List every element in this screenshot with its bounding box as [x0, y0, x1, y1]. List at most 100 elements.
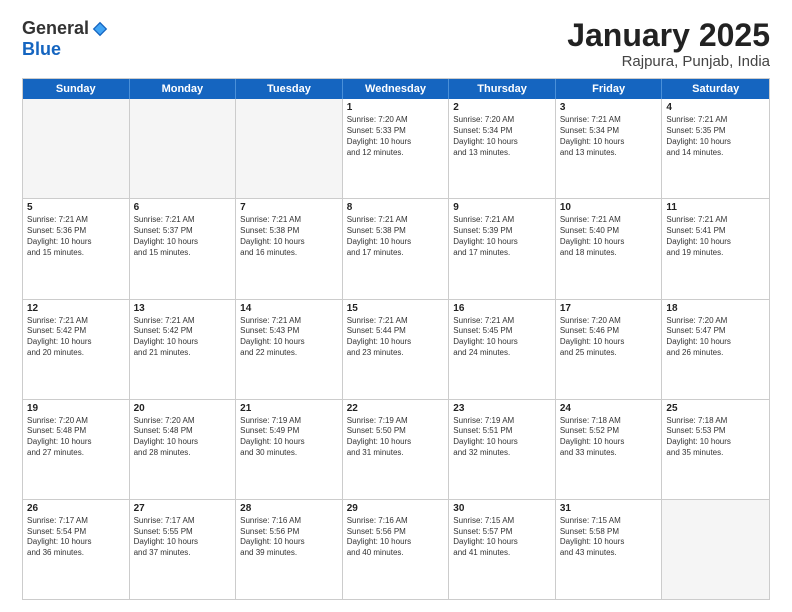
day-number: 9: [453, 202, 551, 213]
cell-info-line: Sunset: 5:46 PM: [560, 326, 658, 337]
cell-info-line: and 26 minutes.: [666, 348, 765, 359]
cell-info-line: and 39 minutes.: [240, 548, 338, 559]
calendar-cell: 24 Sunrise: 7:18 AMSunset: 5:52 PMDayligh…: [556, 400, 663, 499]
cell-info-line: Sunrise: 7:21 AM: [240, 316, 338, 327]
calendar-body: 1Sunrise: 7:20 AMSunset: 5:33 PMDaylight…: [23, 99, 769, 599]
calendar-cell: [662, 500, 769, 599]
day-number: 13: [134, 303, 232, 314]
calendar-cell: 27Sunrise: 7:17 AMSunset: 5:55 PMDayligh…: [130, 500, 237, 599]
cell-info-line: Sunrise: 7:21 AM: [666, 115, 765, 126]
cell-info-line: Sunset: 5:53 PM: [666, 426, 765, 437]
cell-info-line: Sunset: 5:51 PM: [453, 426, 551, 437]
calendar-header: SundayMondayTuesdayWednesdayThursdayFrid…: [23, 79, 769, 99]
cell-info-line: Sunset: 5:52 PM: [560, 426, 658, 437]
cell-info-line: Sunrise: 7:21 AM: [347, 316, 445, 327]
day-number: 18: [666, 303, 765, 314]
day-number: 7: [240, 202, 338, 213]
cell-info-line: Sunset: 5:50 PM: [347, 426, 445, 437]
cell-info-line: Sunrise: 7:21 AM: [560, 115, 658, 126]
calendar-cell: 7Sunrise: 7:21 AMSunset: 5:38 PMDaylight…: [236, 199, 343, 298]
weekday-header-tuesday: Tuesday: [236, 79, 343, 99]
calendar-cell: 3Sunrise: 7:21 AMSunset: 5:34 PMDaylight…: [556, 99, 663, 198]
cell-info-line: Sunset: 5:41 PM: [666, 226, 765, 237]
day-number: 20: [134, 403, 232, 414]
cell-info-line: Sunrise: 7:21 AM: [240, 215, 338, 226]
logo: General Blue: [22, 18, 109, 60]
cell-info-line: Sunset: 5:45 PM: [453, 326, 551, 337]
cell-info-line: Sunset: 5:34 PM: [560, 126, 658, 137]
day-number: 2: [453, 102, 551, 113]
day-number: 30: [453, 503, 551, 514]
calendar-row-4: 19Sunrise: 7:20 AMSunset: 5:48 PMDayligh…: [23, 399, 769, 499]
cell-info-line: Daylight: 10 hours: [560, 137, 658, 148]
cell-info-line: Sunset: 5:48 PM: [134, 426, 232, 437]
calendar-location: Rajpura, Punjab, India: [567, 53, 770, 70]
logo-general-text: General: [22, 18, 89, 39]
cell-info-line: Daylight: 10 hours: [134, 337, 232, 348]
calendar-title: January 2025: [567, 18, 770, 53]
cell-info-line: Daylight: 10 hours: [666, 137, 765, 148]
cell-info-line: Daylight: 10 hours: [347, 237, 445, 248]
cell-info-line: Sunset: 5:35 PM: [666, 126, 765, 137]
day-number: 12: [27, 303, 125, 314]
cell-info-line: Sunrise: 7:21 AM: [560, 215, 658, 226]
cell-info-line: and 22 minutes.: [240, 348, 338, 359]
calendar-cell: 12Sunrise: 7:21 AMSunset: 5:42 PMDayligh…: [23, 300, 130, 399]
cell-info-line: and 12 minutes.: [347, 148, 445, 159]
weekday-header-sunday: Sunday: [23, 79, 130, 99]
day-number: 28: [240, 503, 338, 514]
calendar-row-2: 5Sunrise: 7:21 AMSunset: 5:36 PMDaylight…: [23, 198, 769, 298]
title-block: January 2025 Rajpura, Punjab, India: [567, 18, 770, 70]
cell-info-line: Sunset: 5:36 PM: [27, 226, 125, 237]
cell-info-line: Sunrise: 7:21 AM: [27, 316, 125, 327]
cell-info-line: Daylight: 10 hours: [453, 237, 551, 248]
cell-info-line: and 16 minutes.: [240, 248, 338, 259]
cell-info-line: Daylight: 10 hours: [560, 337, 658, 348]
cell-info-line: Sunset: 5:40 PM: [560, 226, 658, 237]
calendar-cell: 9Sunrise: 7:21 AMSunset: 5:39 PMDaylight…: [449, 199, 556, 298]
cell-info-line: Daylight: 10 hours: [240, 437, 338, 448]
cell-info-line: Daylight: 10 hours: [134, 237, 232, 248]
cell-info-line: and 23 minutes.: [347, 348, 445, 359]
cell-info-line: and 43 minutes.: [560, 548, 658, 559]
calendar-cell: 5Sunrise: 7:21 AMSunset: 5:36 PMDaylight…: [23, 199, 130, 298]
weekday-header-wednesday: Wednesday: [343, 79, 450, 99]
cell-info-line: and 24 minutes.: [453, 348, 551, 359]
calendar-row-1: 1Sunrise: 7:20 AMSunset: 5:33 PMDaylight…: [23, 99, 769, 198]
calendar-cell: 14Sunrise: 7:21 AMSunset: 5:43 PMDayligh…: [236, 300, 343, 399]
calendar-cell: 23Sunrise: 7:19 AMSunset: 5:51 PMDayligh…: [449, 400, 556, 499]
cell-info-line: and 27 minutes.: [27, 448, 125, 459]
calendar: SundayMondayTuesdayWednesdayThursdayFrid…: [22, 78, 770, 600]
cell-info-line: and 13 minutes.: [560, 148, 658, 159]
cell-info-line: and 13 minutes.: [453, 148, 551, 159]
page: General Blue January 2025 Rajpura, Punja…: [0, 0, 792, 612]
cell-info-line: Sunset: 5:58 PM: [560, 527, 658, 538]
cell-info-line: Sunrise: 7:18 AM: [560, 416, 658, 427]
cell-info-line: and 14 minutes.: [666, 148, 765, 159]
cell-info-line: Sunrise: 7:16 AM: [240, 516, 338, 527]
cell-info-line: Sunset: 5:57 PM: [453, 527, 551, 538]
calendar-cell: 2Sunrise: 7:20 AMSunset: 5:34 PMDaylight…: [449, 99, 556, 198]
cell-info-line: Sunset: 5:42 PM: [27, 326, 125, 337]
day-number: 15: [347, 303, 445, 314]
cell-info-line: Sunrise: 7:20 AM: [560, 316, 658, 327]
cell-info-line: Sunrise: 7:16 AM: [347, 516, 445, 527]
cell-info-line: Sunset: 5:54 PM: [27, 527, 125, 538]
calendar-cell: 6Sunrise: 7:21 AMSunset: 5:37 PMDaylight…: [130, 199, 237, 298]
calendar-cell: [236, 99, 343, 198]
day-number: 24: [560, 403, 658, 414]
cell-info-line: Sunrise: 7:17 AM: [27, 516, 125, 527]
day-number: 31: [560, 503, 658, 514]
cell-info-line: and 15 minutes.: [134, 248, 232, 259]
day-number: 19: [27, 403, 125, 414]
day-number: 10: [560, 202, 658, 213]
calendar-cell: 13Sunrise: 7:21 AMSunset: 5:42 PMDayligh…: [130, 300, 237, 399]
cell-info-line: and 17 minutes.: [347, 248, 445, 259]
calendar-cell: 22Sunrise: 7:19 AMSunset: 5:50 PMDayligh…: [343, 400, 450, 499]
weekday-header-friday: Friday: [556, 79, 663, 99]
cell-info-line: Daylight: 10 hours: [347, 137, 445, 148]
cell-info-line: Daylight: 10 hours: [560, 437, 658, 448]
cell-info-line: and 31 minutes.: [347, 448, 445, 459]
cell-info-line: Sunset: 5:37 PM: [134, 226, 232, 237]
day-number: 17: [560, 303, 658, 314]
